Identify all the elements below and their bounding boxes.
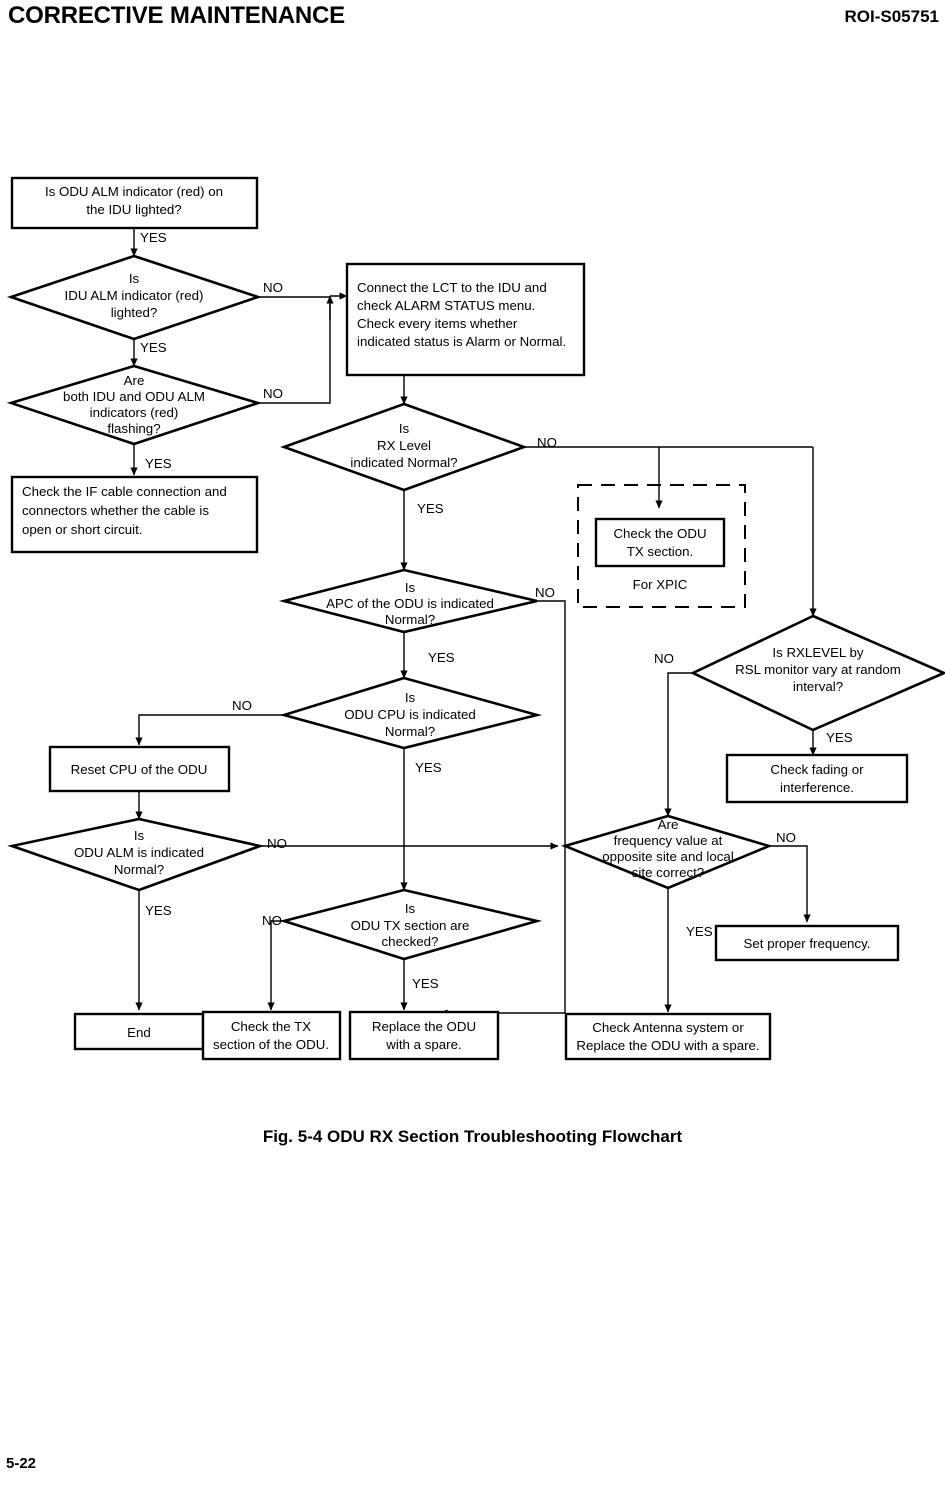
node-rx-level-line-1: Is [399, 421, 410, 436]
node-both-alm-line-2: both IDU and ODU ALM [63, 389, 205, 404]
node-both-alm-line-1: Are [124, 373, 145, 388]
node-check-odu-tx: Check the ODU TX section. [594, 517, 726, 568]
node-rxlevel-rsl-line-2: RSL monitor vary at random [735, 662, 901, 677]
node-freq-value-line-2: frequency value at [614, 833, 723, 848]
node-set-frequency: Set proper frequency. [714, 924, 900, 962]
node-freq-value: Are frequency value at opposite site and… [561, 814, 773, 890]
edge-label-freq-yes: YES [686, 924, 713, 939]
edge-label-rx-level-no: NO [537, 435, 557, 450]
node-freq-value-line-3: opposite site and local [602, 849, 734, 864]
edge-label-odu-alm-yes: YES [145, 903, 172, 918]
node-check-antenna: Check Antenna system or Replace the ODU … [564, 1012, 772, 1061]
node-odu-alm-normal-line-2: ODU ALM is indicated [74, 845, 204, 860]
node-both-alm-line-3: indicators (red) [90, 405, 179, 420]
xpic-group: Check the ODU TX section. For XPIC [577, 484, 746, 608]
node-replace-odu-line-2: with a spare. [385, 1037, 461, 1052]
node-both-alm: Are both IDU and ODU ALM indicators (red… [6, 364, 263, 446]
node-rxlevel-rsl-line-3: interval? [793, 679, 843, 694]
flowchart-svg: Is ODU ALM indicator (red) on the IDU li… [6, 176, 945, 1061]
node-check-tx-section-line-2: section of the ODU. [213, 1037, 329, 1052]
node-check-antenna-line-1: Check Antenna system or [592, 1020, 744, 1035]
node-end: End [73, 1012, 205, 1051]
node-odu-tx-checked-line-3: checked? [382, 934, 439, 949]
node-start-line-1: Is ODU ALM indicator (red) on [45, 184, 223, 199]
node-connect-lct: Connect the LCT to the IDU and check ALA… [345, 262, 586, 377]
edge-label-rxlevel-no: NO [654, 651, 674, 666]
node-idu-alm-line-3: lighted? [111, 305, 158, 320]
node-odu-tx-checked-line-2: ODU TX section are [351, 918, 470, 933]
edge-label-odu-tx-no: NO [262, 913, 282, 928]
node-odu-cpu-line-2: ODU CPU is indicated [344, 707, 476, 722]
edge-label-both-alm-yes: YES [145, 456, 172, 471]
node-connect-lct-line-3: Check every items whether [357, 316, 518, 331]
node-odu-alm-normal-line-1: Is [134, 828, 145, 843]
edge-label-start-yes: YES [140, 230, 167, 245]
node-odu-cpu: Is ODU CPU is indicated Normal? [279, 676, 543, 750]
node-check-if-cable-line-3: open or short circuit. [22, 522, 142, 537]
edge-label-apc-yes: YES [428, 650, 455, 665]
node-apc-odu-line-3: Normal? [385, 612, 435, 627]
node-end-line-1: End [127, 1025, 151, 1040]
page-number: 5-22 [6, 1455, 37, 1472]
node-check-fading-line-2: interference. [780, 780, 854, 795]
node-check-if-cable: Check the IF cable connection and connec… [10, 475, 259, 554]
node-apc-odu-line-1: Is [405, 580, 416, 595]
node-freq-value-line-1: Are [658, 817, 679, 832]
node-replace-odu-line-1: Replace the ODU [372, 1019, 476, 1034]
figure-caption: Fig. 5-4 ODU RX Section Troubleshooting … [262, 1127, 683, 1146]
node-check-odu-tx-line-1: Check the ODU [613, 526, 706, 541]
node-start: Is ODU ALM indicator (red) on the IDU li… [10, 176, 259, 230]
node-apc-odu: Is APC of the ODU is indicated Normal? [278, 568, 538, 634]
node-reset-cpu-line-1: Reset CPU of the ODU [71, 762, 208, 777]
node-idu-alm-line-2: IDU ALM indicator (red) [65, 288, 204, 303]
node-connect-lct-line-1: Connect the LCT to the IDU and [357, 280, 547, 295]
node-rx-level-line-2: RX Level [377, 438, 431, 453]
node-check-fading: Check fading or interference. [725, 753, 909, 804]
node-idu-alm: Is IDU ALM indicator (red) lighted? [6, 254, 263, 341]
node-check-tx-section: Check the TX section of the ODU. [201, 1010, 342, 1061]
node-start-line-2: the IDU lighted? [86, 202, 181, 217]
node-odu-alm-normal-line-3: Normal? [114, 862, 164, 877]
edge-label-rx-level-yes: YES [417, 501, 444, 516]
node-replace-odu: Replace the ODU with a spare. [348, 1010, 500, 1061]
edge-label-odu-cpu-no: NO [232, 698, 252, 713]
node-check-antenna-line-2: Replace the ODU with a spare. [576, 1038, 759, 1053]
node-rxlevel-rsl-line-1: Is RXLEVEL by [772, 645, 864, 660]
node-reset-cpu: Reset CPU of the ODU [48, 745, 231, 793]
node-odu-cpu-line-1: Is [405, 690, 416, 705]
node-check-tx-section-line-1: Check the TX [231, 1019, 311, 1034]
document-page: CORRECTIVE MAINTENANCE ROI-S05751 Is ODU… [0, 0, 945, 1493]
node-check-if-cable-line-2: connectors whether the cable is [22, 503, 209, 518]
node-set-frequency-line-1: Set proper frequency. [744, 936, 871, 951]
node-connect-lct-line-2: check ALARM STATUS menu. [357, 298, 535, 313]
node-connect-lct-line-4: indicated status is Alarm or Normal. [357, 334, 566, 349]
edge-label-both-alm-no: NO [263, 386, 283, 401]
edge-label-apc-no: NO [535, 585, 555, 600]
node-rx-level: Is RX Level indicated Normal? [280, 402, 528, 492]
edge-label-odu-tx-yes: YES [412, 976, 439, 991]
edge-label-odu-cpu-yes: YES [415, 760, 442, 775]
node-odu-alm-normal: Is ODU ALM is indicated Normal? [7, 817, 265, 892]
node-apc-odu-line-2: APC of the ODU is indicated [326, 596, 494, 611]
node-odu-tx-checked: Is ODU TX section are checked? [279, 888, 543, 961]
node-freq-value-line-4: site correct? [632, 865, 704, 880]
node-both-alm-line-4: flashing? [107, 421, 160, 436]
edge-label-rxlevel-yes: YES [826, 730, 853, 745]
node-odu-cpu-line-3: Normal? [385, 724, 435, 739]
xpic-annotation-label: For XPIC [633, 577, 688, 592]
node-check-if-cable-line-1: Check the IF cable connection and [22, 484, 227, 499]
node-check-fading-line-1: Check fading or [770, 762, 864, 777]
node-check-odu-tx-line-2: TX section. [627, 544, 694, 559]
node-rxlevel-rsl: Is RXLEVEL by RSL monitor vary at random… [689, 614, 945, 732]
edge-label-freq-no: NO [776, 830, 796, 845]
node-odu-tx-checked-line-1: Is [405, 901, 416, 916]
edge-label-idu-alm-yes: YES [140, 340, 167, 355]
node-rx-level-line-3: indicated Normal? [350, 455, 457, 470]
edge-label-idu-alm-no: NO [263, 280, 283, 295]
edge-label-odu-alm-no: NO [267, 836, 287, 851]
node-idu-alm-line-1: Is [129, 271, 140, 286]
